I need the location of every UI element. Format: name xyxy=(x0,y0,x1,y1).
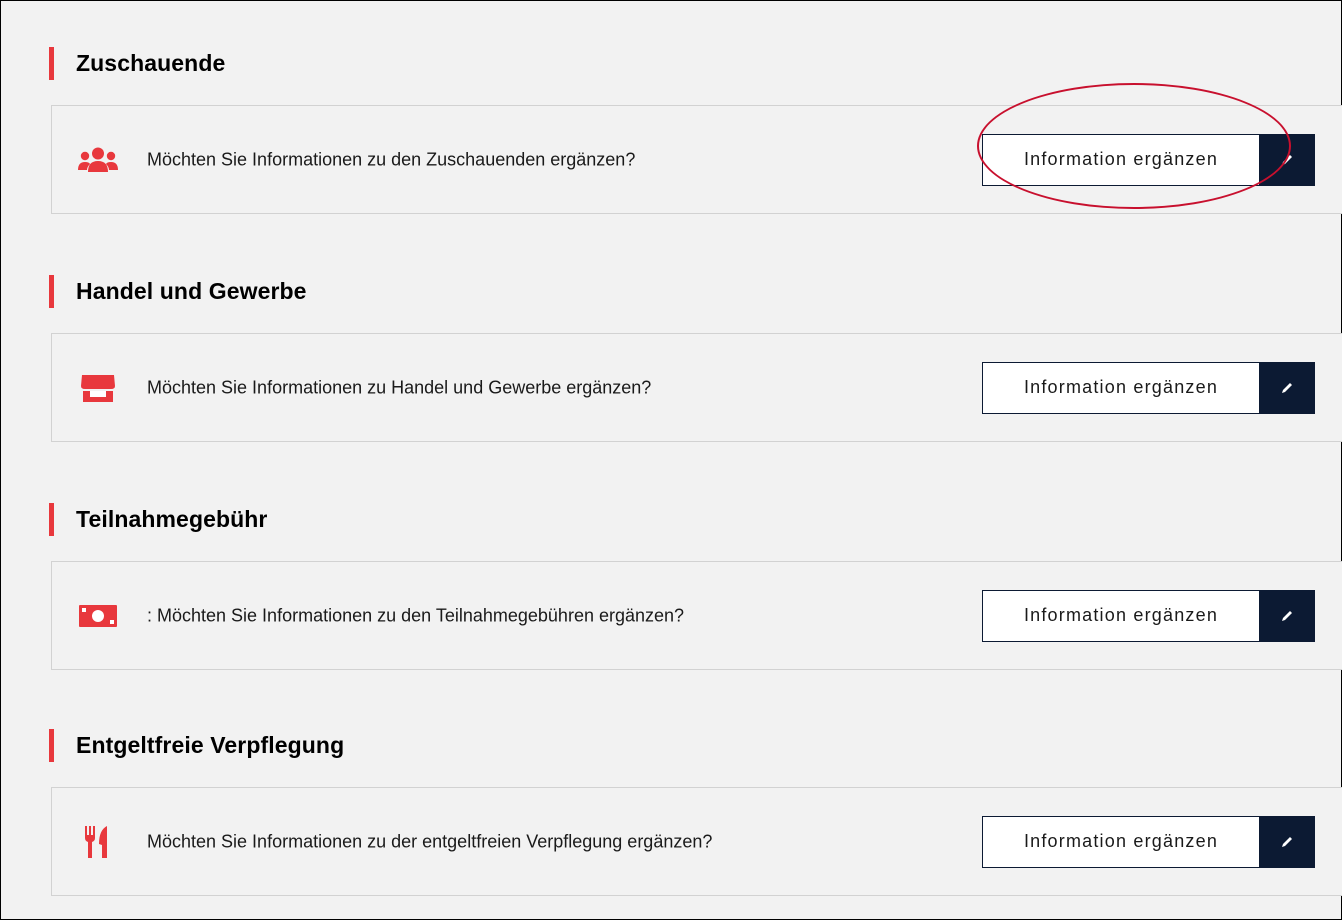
section-accent-bar xyxy=(49,502,54,536)
store-icon xyxy=(76,371,120,405)
card-question: Möchten Sie Informationen zu der entgelt… xyxy=(147,831,713,851)
section-heading: Teilnahmegebühr xyxy=(76,505,268,532)
button-label: Information ergänzen xyxy=(982,589,1259,642)
add-information-button[interactable]: Information ergänzen xyxy=(982,361,1315,414)
section-heading: Zuschauende xyxy=(76,49,226,76)
utensils-icon xyxy=(76,825,120,859)
section-heading: Entgeltfreie Verpflegung xyxy=(76,731,345,758)
users-group-icon xyxy=(76,143,120,177)
card-teilnahmegebuehr: : Möchten Sie Informationen zu den Teiln… xyxy=(51,561,1342,670)
add-information-button[interactable]: Information ergänzen xyxy=(982,589,1315,642)
pencil-icon[interactable] xyxy=(1259,133,1315,186)
card-handel: Möchten Sie Informationen zu Handel und … xyxy=(51,333,1342,442)
section-accent-bar xyxy=(49,728,54,762)
button-label: Information ergänzen xyxy=(982,815,1259,868)
button-label: Information ergänzen xyxy=(982,133,1259,186)
card-question: Möchten Sie Informationen zu den Zuschau… xyxy=(147,149,636,169)
pencil-icon[interactable] xyxy=(1259,361,1315,414)
section-title-teilnahmegebuehr: Teilnahmegebühr xyxy=(49,499,268,539)
pencil-icon[interactable] xyxy=(1259,815,1315,868)
card-verpflegung: Möchten Sie Informationen zu der entgelt… xyxy=(51,787,1342,896)
section-accent-bar xyxy=(49,274,54,308)
section-title-verpflegung: Entgeltfreie Verpflegung xyxy=(49,725,344,765)
add-information-button[interactable]: Information ergänzen xyxy=(982,133,1315,186)
section-title-zuschauende: Zuschauende xyxy=(49,43,225,83)
money-bill-icon xyxy=(76,599,120,633)
pencil-icon[interactable] xyxy=(1259,589,1315,642)
section-accent-bar xyxy=(49,46,54,80)
add-information-button[interactable]: Information ergänzen xyxy=(982,815,1315,868)
card-zuschauende: Möchten Sie Informationen zu den Zuschau… xyxy=(51,105,1342,214)
section-heading: Handel und Gewerbe xyxy=(76,277,307,304)
card-question: Möchten Sie Informationen zu Handel und … xyxy=(147,377,652,397)
page-frame: Zuschauende Möchten Sie Informationen zu… xyxy=(0,0,1342,920)
section-title-handel: Handel und Gewerbe xyxy=(49,271,307,311)
button-label: Information ergänzen xyxy=(982,361,1259,414)
card-question: : Möchten Sie Informationen zu den Teiln… xyxy=(147,605,685,625)
